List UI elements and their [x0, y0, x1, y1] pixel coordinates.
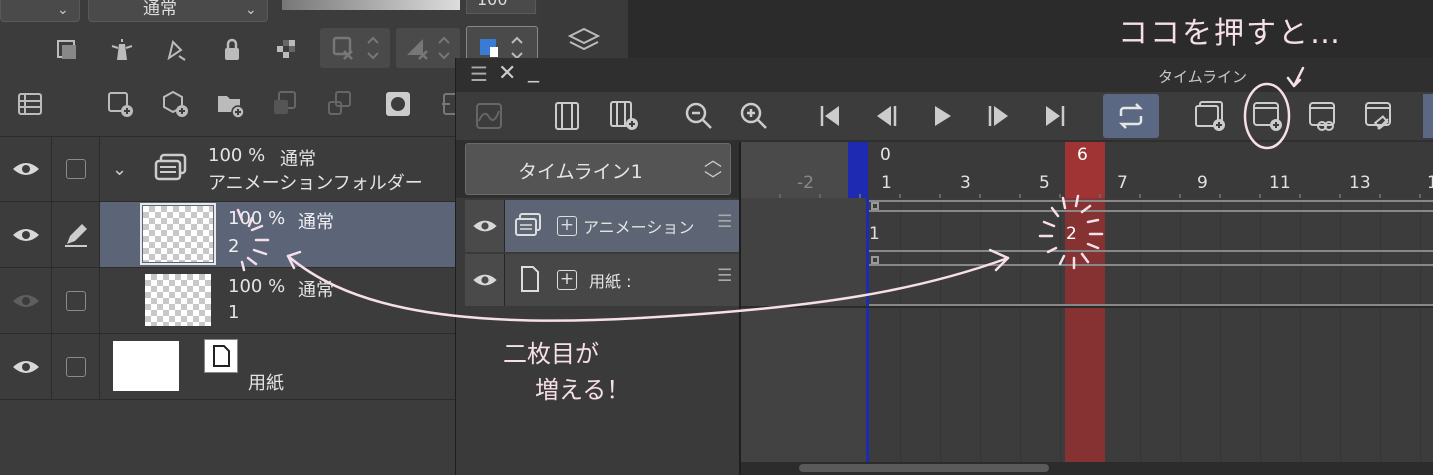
annotation-second-added-2: 増える！: [535, 376, 631, 404]
annotation-drawing: [236, 66, 1305, 322]
annotation-press-here: ココを押すと…: [1118, 16, 1342, 51]
annotation-second-added-1: 二枚目が: [503, 340, 599, 368]
